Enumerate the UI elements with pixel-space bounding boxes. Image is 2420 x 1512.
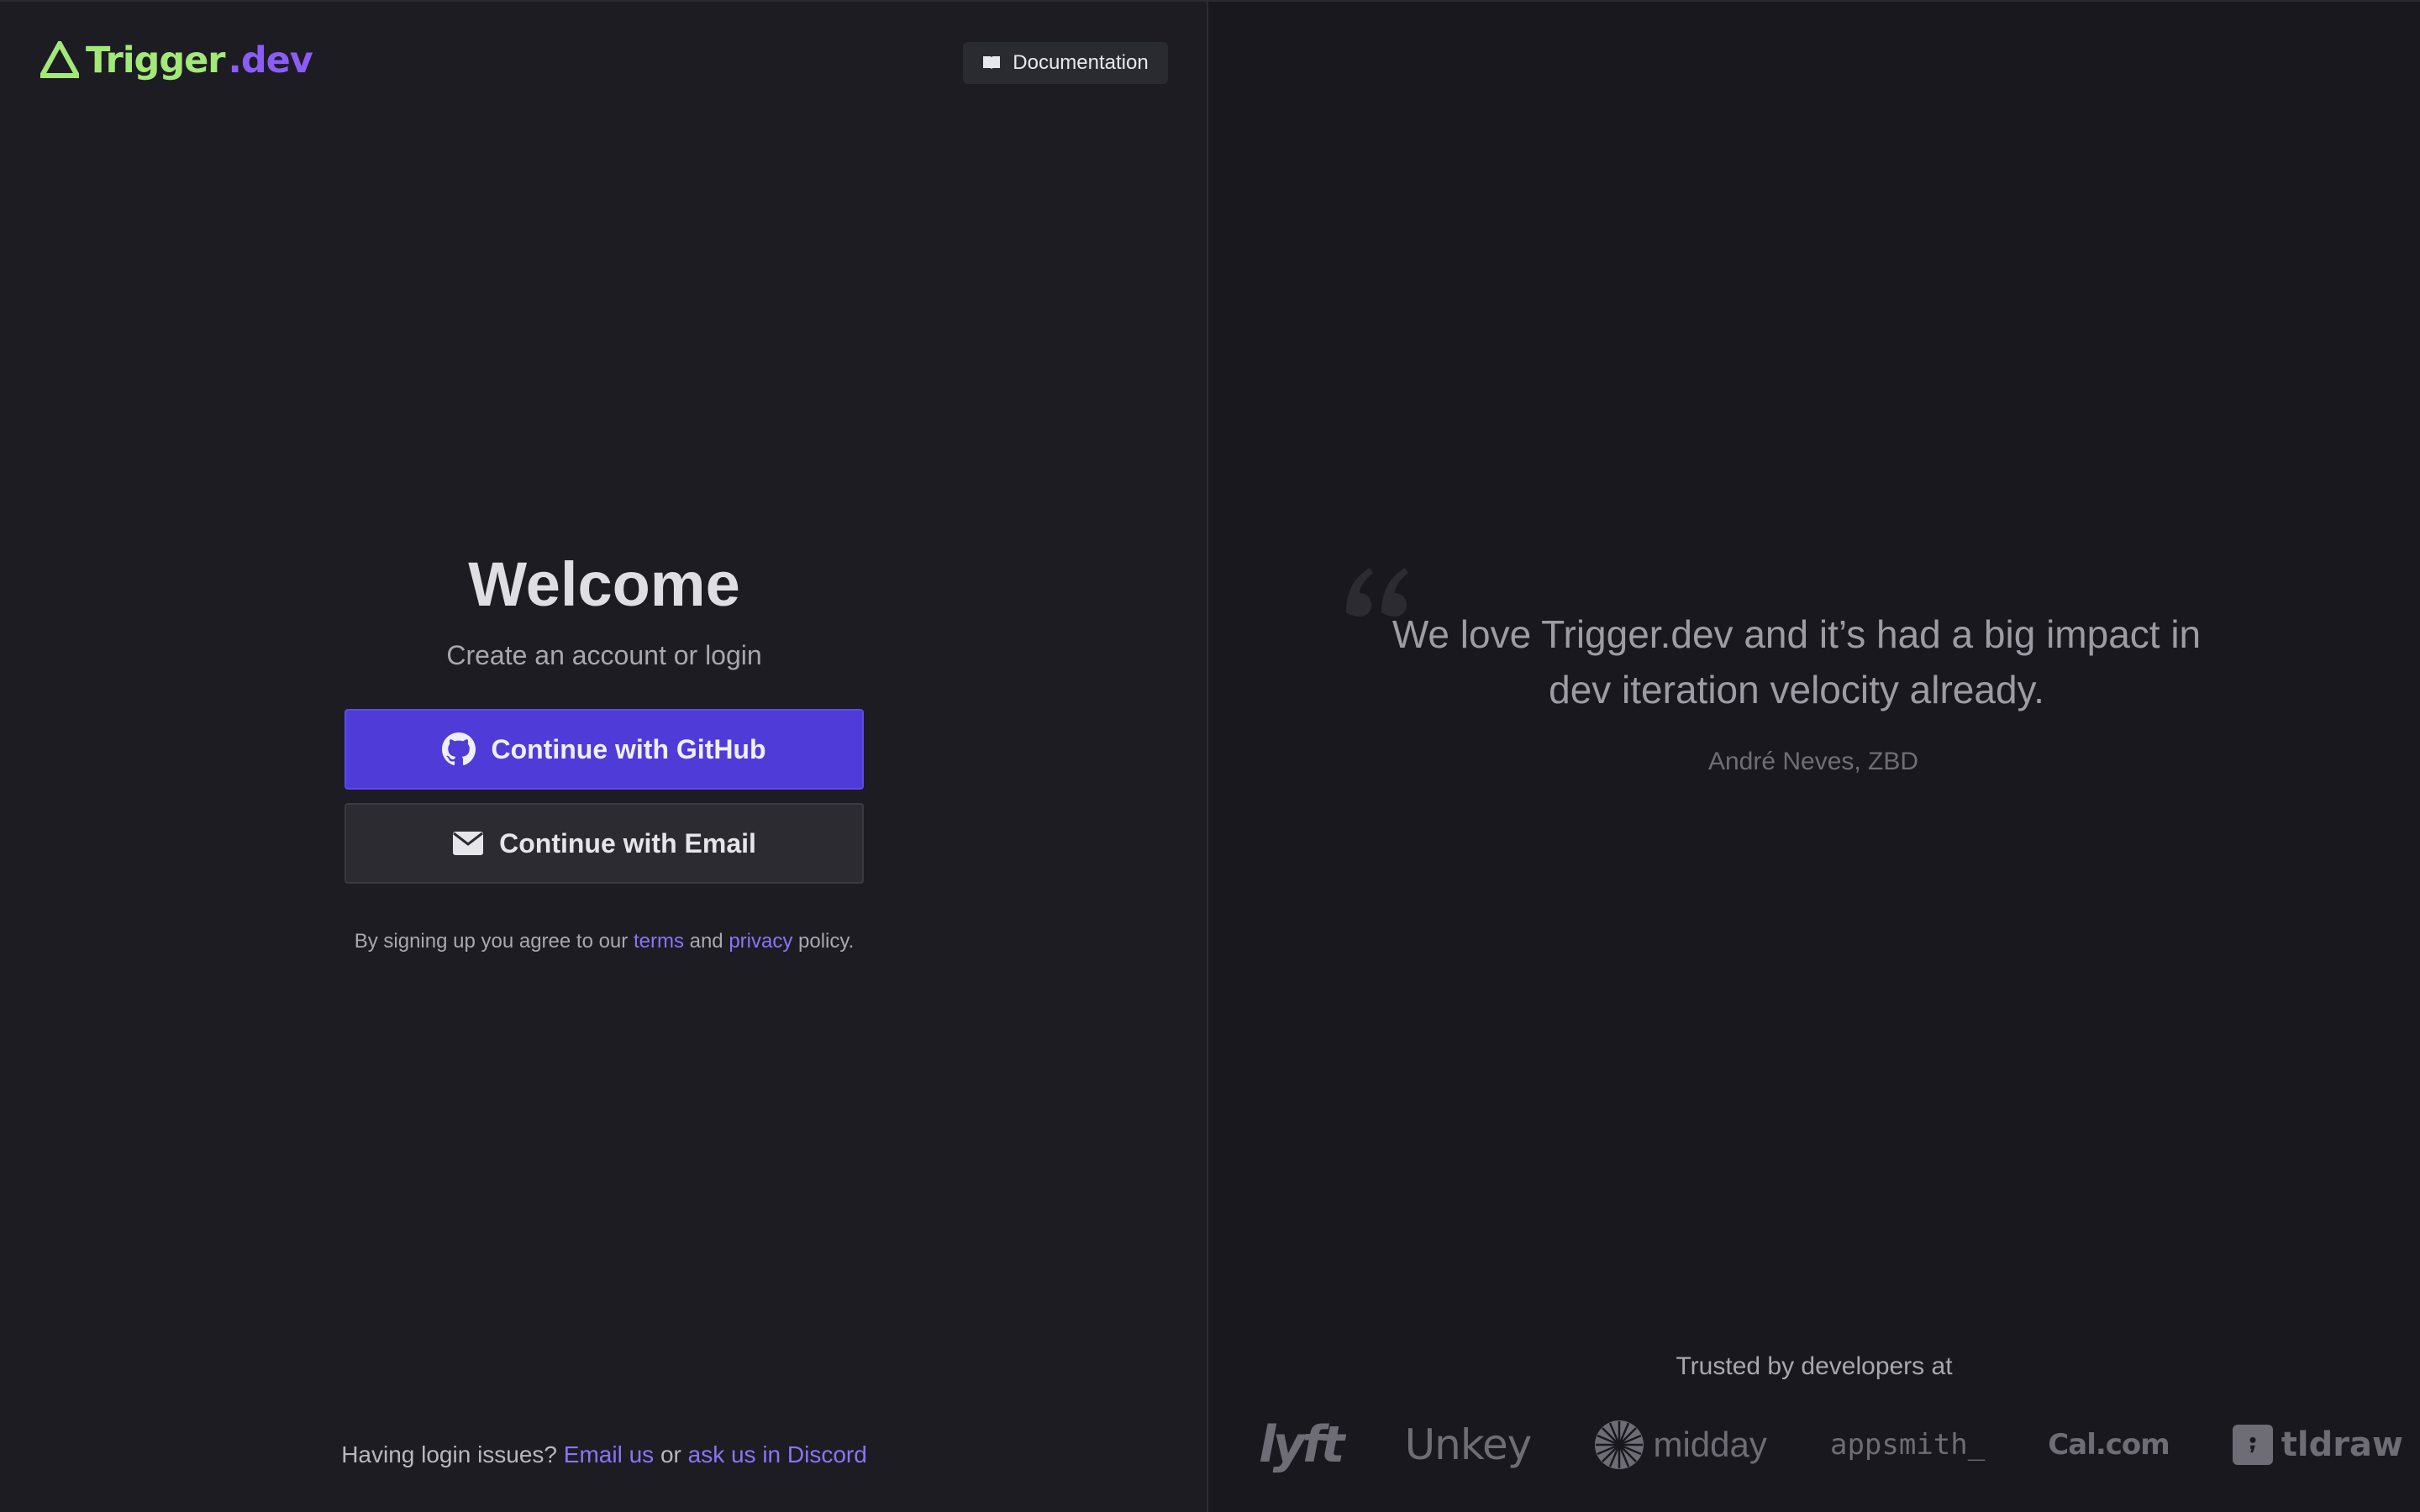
continue-with-email-button[interactable]: Continue with Email	[345, 803, 864, 884]
documentation-button[interactable]: Documentation	[963, 42, 1168, 84]
auth-form: Welcome Create an account or login Conti…	[345, 539, 864, 954]
trigger-logo-icon	[40, 41, 79, 78]
cal-logo: Cal.com	[2048, 1428, 2170, 1462]
tldraw-logo: tldraw	[2232, 1425, 2403, 1465]
tldraw-wordmark: tldraw	[2281, 1425, 2403, 1464]
midday-logo-icon	[1595, 1420, 1644, 1469]
login-page: Trigger .dev Documentation Welcome Create…	[0, 0, 2420, 1512]
continue-with-github-button[interactable]: Continue with GitHub	[345, 709, 864, 790]
trigger-logo[interactable]: Trigger .dev	[40, 39, 313, 82]
login-help-prefix: Having login issues?	[341, 1441, 557, 1467]
trusted-by-heading: Trusted by developers at	[1676, 1352, 1953, 1380]
testimonial-quote: We love Trigger.dev and it’s had a big i…	[1392, 612, 2202, 711]
customer-logos: lyft Unkey midday appsmith_ Cal.com tldr…	[1259, 1413, 2403, 1477]
login-help: Having login issues? Email us or ask us …	[0, 1441, 1208, 1468]
login-help-or: or	[660, 1441, 681, 1467]
lyft-logo: lyft	[1259, 1415, 1344, 1474]
book-icon	[983, 56, 1001, 70]
login-panel: Trigger .dev Documentation Welcome Create…	[0, 0, 1208, 1512]
testimonial-author: André Neves, ZBD	[1707, 748, 1919, 775]
unkey-logo: Unkey	[1404, 1420, 1533, 1469]
legal-notice: By signing up you agree to our terms and…	[345, 929, 864, 954]
appsmith-logo: appsmith_	[1829, 1428, 1986, 1462]
documentation-label: Documentation	[1013, 51, 1149, 74]
logo-word: Trigger	[86, 39, 225, 81]
terms-link[interactable]: terms	[634, 930, 684, 953]
tldraw-logo-icon	[2232, 1425, 2273, 1465]
midday-logo: midday	[1594, 1420, 1767, 1470]
privacy-link[interactable]: privacy	[729, 930, 792, 953]
testimonial-panel: We love Trigger.dev and it’s had a big i…	[1208, 0, 2420, 1512]
github-button-label: Continue with GitHub	[491, 733, 766, 764]
github-icon	[442, 732, 476, 766]
page-subtitle: Create an account or login	[446, 640, 762, 670]
discord-link[interactable]: ask us in Discord	[688, 1441, 867, 1467]
page-title: Welcome	[468, 549, 740, 619]
legal-prefix: By signing up you agree to our	[354, 930, 629, 953]
legal-and: and	[689, 930, 723, 953]
email-us-link[interactable]: Email us	[564, 1441, 654, 1467]
mail-icon	[453, 832, 484, 855]
midday-wordmark: midday	[1653, 1425, 1767, 1464]
logo-suffix: .dev	[228, 39, 313, 81]
legal-suffix: policy.	[798, 930, 855, 953]
email-button-label: Continue with Email	[499, 827, 756, 858]
